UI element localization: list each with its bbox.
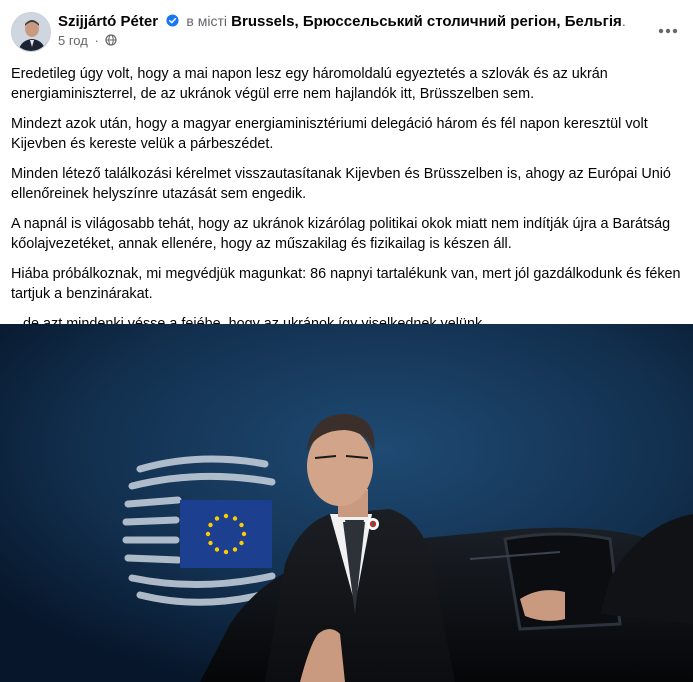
post-header: Szijjártó Péter в місті Brussels, Брюссе… (0, 0, 693, 58)
author-avatar[interactable] (11, 12, 51, 52)
avatar-portrait-icon (12, 13, 50, 51)
post-body: Eredetileg úgy volt, hogy a mai napon le… (11, 64, 683, 344)
post-paragraph: Hiába próbálkoznak, mi megvédjük magunka… (11, 266, 681, 302)
more-options-icon (658, 28, 678, 34)
verified-badge-icon (166, 14, 179, 27)
post-paragraph: A napnál is világosabb tehát, hogy az uk… (11, 216, 671, 252)
post-meta: 5 год · (58, 33, 118, 49)
location-suffix: . (621, 13, 626, 29)
post-timestamp[interactable]: 5 год (58, 33, 88, 48)
post-photo[interactable] (0, 324, 693, 682)
post-paragraph: Mindezt azok után, hogy a magyar energia… (11, 116, 648, 152)
eu-flag (180, 500, 272, 568)
post-paragraph: Minden létező találkozási kérelmet vissz… (11, 166, 671, 202)
facebook-post: Szijjártó Péter в місті Brussels, Брюссе… (0, 0, 693, 682)
location-link[interactable]: Brussels, Брюссельський столичний регіон… (231, 13, 622, 30)
globe-icon (105, 34, 118, 46)
meta-separator: · (94, 33, 99, 48)
author-name[interactable]: Szijjártó Péter (58, 13, 158, 30)
author-line: Szijjártó Péter в місті Brussels, Брюссе… (58, 11, 626, 32)
post-paragraph: Eredetileg úgy volt, hogy a mai napon le… (11, 66, 608, 102)
more-options-button[interactable] (655, 18, 681, 44)
location-prefix: в місті (186, 13, 227, 29)
photo-illustration (0, 324, 693, 682)
